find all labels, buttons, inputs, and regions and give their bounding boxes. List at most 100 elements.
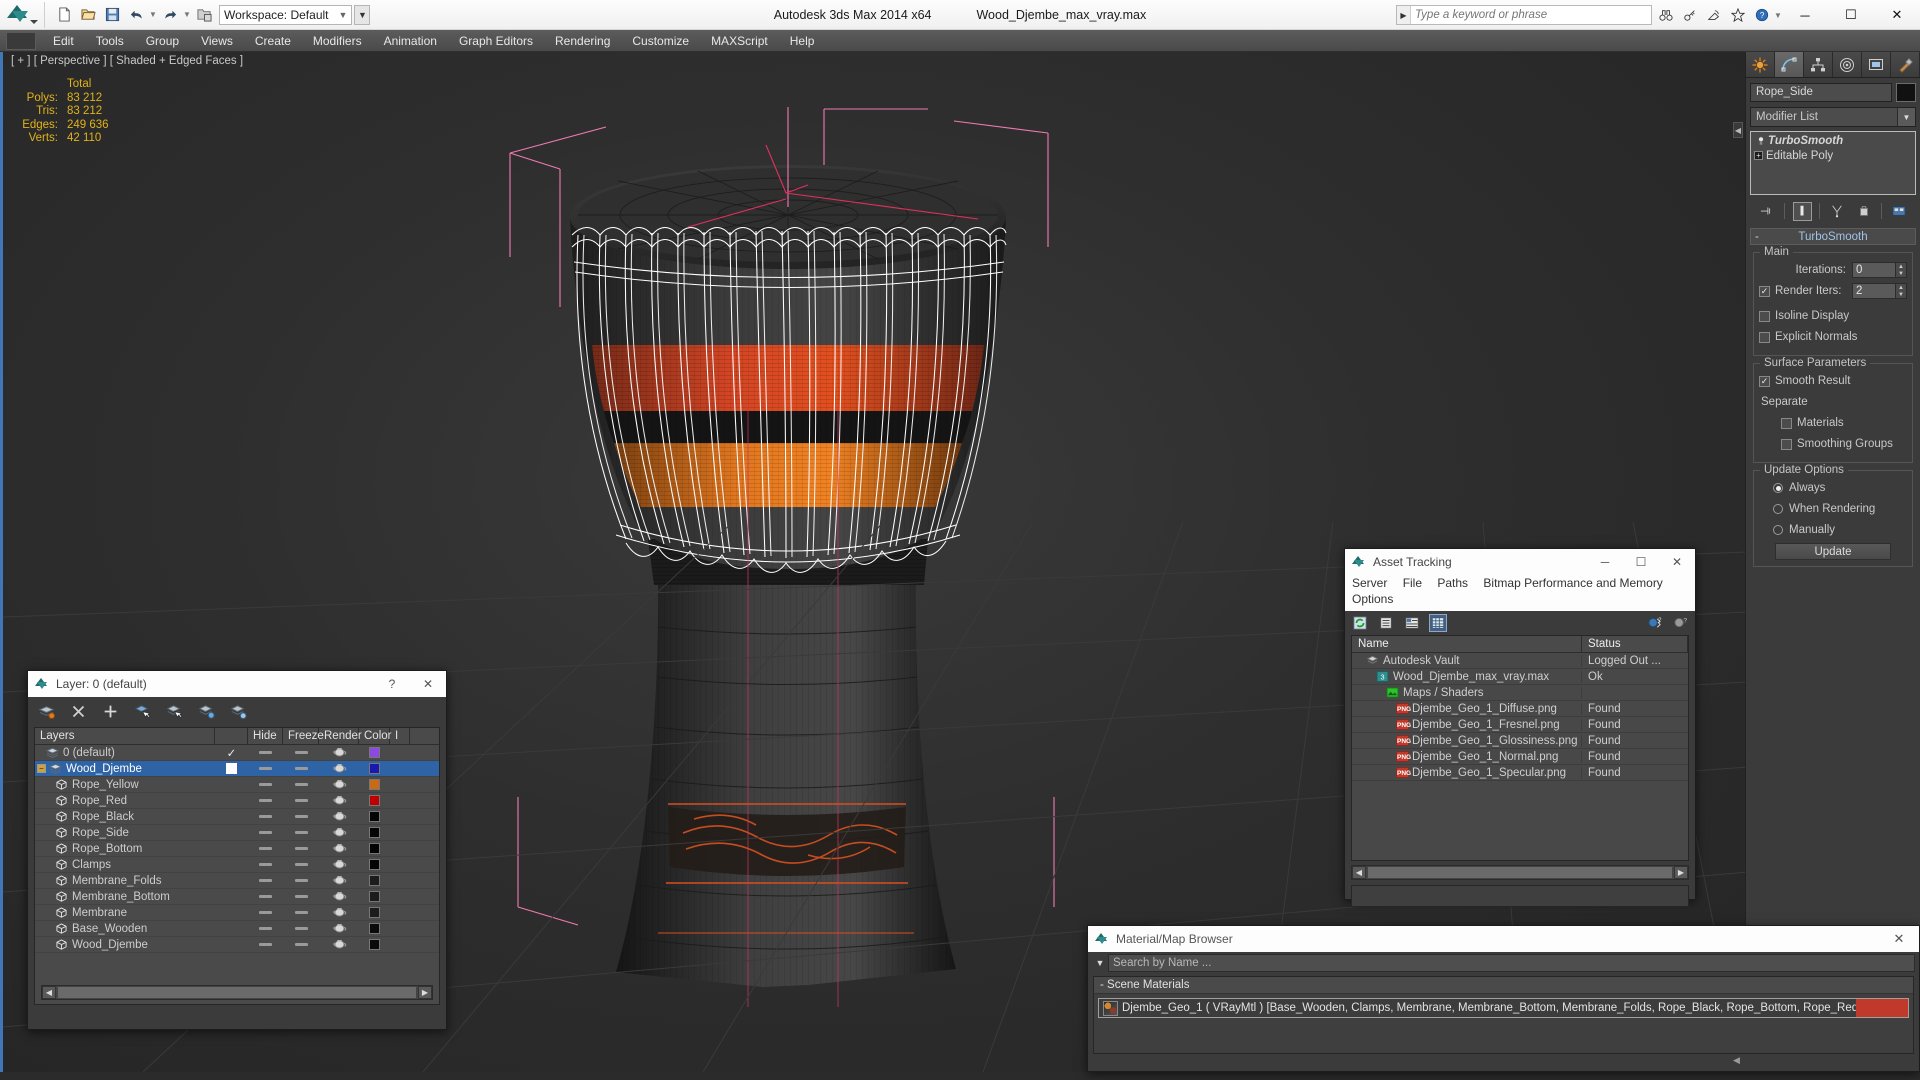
- update-button[interactable]: Update: [1775, 543, 1891, 560]
- window-minimize-button[interactable]: ─: [1782, 0, 1828, 30]
- menu-item-rendering[interactable]: Rendering: [544, 30, 621, 52]
- toolbar-overflow-button[interactable]: [6, 32, 36, 50]
- select-objects-in-layer-icon[interactable]: [132, 701, 152, 721]
- layer-color-cell[interactable]: [359, 763, 390, 774]
- asset-row[interactable]: PNG Djembe_Geo_1_Normal.png Found: [1352, 749, 1688, 765]
- add-selection-to-layer-icon[interactable]: [100, 701, 120, 721]
- asset-tracking-dialog[interactable]: Asset Tracking ─ ☐ ✕ Server File Paths B…: [1344, 548, 1696, 907]
- layer-freeze-cell[interactable]: [283, 815, 319, 818]
- layer-column-layers[interactable]: Layers: [35, 728, 215, 744]
- asset-name-cell[interactable]: PNG Djembe_Geo_1_Diffuse.png: [1352, 702, 1582, 715]
- vault-disconnect-icon[interactable]: ?: [1671, 614, 1689, 632]
- layer-row[interactable]: Membrane_Folds: [35, 873, 439, 889]
- layer-hide-cell[interactable]: [248, 799, 283, 802]
- hide-toggle-icon[interactable]: [259, 815, 272, 818]
- scroll-left-icon[interactable]: ◀: [42, 986, 56, 999]
- filter-caret-icon[interactable]: ▼: [1092, 958, 1108, 968]
- color-swatch[interactable]: [369, 843, 380, 854]
- explicit-normals-row[interactable]: Explicit Normals: [1759, 328, 1907, 346]
- object-color-swatch[interactable]: [1896, 83, 1916, 102]
- asset-minimize-button[interactable]: ─: [1587, 549, 1623, 575]
- layer-column-blank[interactable]: [215, 728, 248, 744]
- pin-stack-icon[interactable]: [1758, 202, 1777, 221]
- smooth-result-checkbox[interactable]: ✓: [1759, 375, 1770, 387]
- layer-hide-cell[interactable]: [248, 815, 283, 818]
- asset-name-cell[interactable]: PNG Djembe_Geo_1_Normal.png: [1352, 750, 1582, 763]
- highlight-selected-objects-layer-icon[interactable]: [196, 701, 216, 721]
- asset-menu-paths[interactable]: Paths: [1437, 576, 1468, 590]
- layer-row[interactable]: 0 (default) ✓: [35, 745, 439, 761]
- asset-list[interactable]: Name Status Autodesk Vault Logged Out ..…: [1351, 635, 1689, 861]
- layer-freeze-cell[interactable]: [283, 911, 319, 914]
- object-name-field[interactable]: Rope_Side: [1750, 83, 1892, 102]
- render-iters-value[interactable]: 2: [1852, 283, 1896, 299]
- menu-item-edit[interactable]: Edit: [42, 30, 85, 52]
- isoline-display-row[interactable]: Isoline Display: [1759, 307, 1907, 325]
- window-maximize-button[interactable]: ☐: [1828, 0, 1874, 30]
- update-manually-radio[interactable]: [1773, 525, 1783, 535]
- render-teapot-icon[interactable]: [331, 746, 348, 760]
- color-swatch[interactable]: [369, 779, 380, 790]
- layer-color-cell[interactable]: [359, 747, 390, 758]
- render-teapot-icon[interactable]: [331, 906, 348, 920]
- freeze-toggle-icon[interactable]: [294, 815, 308, 818]
- layer-name-cell[interactable]: Membrane_Bottom: [35, 891, 215, 903]
- asset-row[interactable]: Autodesk Vault Logged Out ...: [1352, 653, 1688, 669]
- layer-dialog-titlebar[interactable]: Layer: 0 (default) ? ✕: [28, 671, 446, 697]
- asset-name-cell[interactable]: 3 Wood_Djembe_max_vray.max: [1352, 670, 1582, 683]
- hide-toggle-icon[interactable]: [259, 943, 272, 946]
- layer-color-cell[interactable]: [359, 907, 390, 918]
- satellite-dish-icon[interactable]: [1702, 3, 1726, 27]
- layer-row[interactable]: Rope_Red: [35, 793, 439, 809]
- layer-color-cell[interactable]: [359, 795, 390, 806]
- material-browser-titlebar[interactable]: Material/Map Browser ✕: [1088, 926, 1919, 952]
- layer-freeze-cell[interactable]: [283, 847, 319, 850]
- layer-row[interactable]: − Wood_Djembe: [35, 761, 439, 777]
- make-unique-icon[interactable]: [1828, 202, 1847, 221]
- layer-row[interactable]: Base_Wooden: [35, 921, 439, 937]
- material-list-item[interactable]: Djembe_Geo_1 ( VRayMtl ) [Base_Wooden, C…: [1098, 998, 1909, 1018]
- render-teapot-icon[interactable]: [331, 858, 348, 872]
- search-binoculars-icon[interactable]: [1654, 3, 1678, 27]
- help-icon[interactable]: ?: [1750, 3, 1774, 27]
- color-swatch[interactable]: [369, 795, 380, 806]
- vault-connect-icon[interactable]: ?: [1645, 614, 1663, 632]
- material-search-input[interactable]: Search by Name ...: [1108, 954, 1915, 972]
- layer-render-cell[interactable]: [319, 826, 359, 840]
- render-iters-stepper[interactable]: 2 ▲ ▼: [1852, 283, 1907, 299]
- layer-name-cell[interactable]: Wood_Djembe: [35, 939, 215, 951]
- layer-properties-icon[interactable]: [228, 701, 248, 721]
- render-teapot-icon[interactable]: [331, 826, 348, 840]
- layer-freeze-cell[interactable]: [283, 879, 319, 882]
- scroll-right-icon[interactable]: ▶: [1674, 866, 1688, 879]
- set-project-folder-icon[interactable]: [193, 4, 215, 26]
- color-swatch[interactable]: [369, 875, 380, 886]
- undo-dropdown-caret-icon[interactable]: ▼: [149, 10, 157, 19]
- layer-freeze-cell[interactable]: [283, 767, 319, 770]
- layer-dialog[interactable]: Layer: 0 (default) ? ✕ Layers Hide Freez…: [27, 670, 447, 1030]
- modify-tab[interactable]: [1775, 52, 1804, 77]
- layer-column-hide[interactable]: Hide: [248, 728, 283, 744]
- freeze-toggle-icon[interactable]: [294, 847, 308, 850]
- layer-freeze-cell[interactable]: [283, 751, 319, 754]
- layer-name-cell[interactable]: 0 (default): [35, 747, 215, 759]
- asset-column-status[interactable]: Status: [1582, 636, 1688, 652]
- color-swatch[interactable]: [369, 763, 380, 774]
- layer-row[interactable]: Wood_Djembe: [35, 937, 439, 953]
- color-swatch[interactable]: [369, 811, 380, 822]
- layer-row[interactable]: Membrane_Bottom: [35, 889, 439, 905]
- freeze-toggle-icon[interactable]: [294, 767, 308, 770]
- layer-name-cell[interactable]: Membrane: [35, 907, 215, 919]
- menu-item-modifiers[interactable]: Modifiers: [302, 30, 373, 52]
- render-teapot-icon[interactable]: [331, 778, 348, 792]
- open-file-icon[interactable]: [77, 4, 99, 26]
- layer-render-cell[interactable]: [319, 874, 359, 888]
- separate-smoothing-groups-row[interactable]: Smoothing Groups: [1759, 435, 1907, 453]
- hide-toggle-icon[interactable]: [259, 767, 272, 770]
- new-file-icon[interactable]: [53, 4, 75, 26]
- app-logo-icon[interactable]: [4, 2, 38, 28]
- layer-render-cell[interactable]: [319, 842, 359, 856]
- layer-freeze-cell[interactable]: [283, 895, 319, 898]
- asset-row[interactable]: PNG Djembe_Geo_1_Specular.png Found: [1352, 765, 1688, 781]
- layer-name-cell[interactable]: Base_Wooden: [35, 923, 215, 935]
